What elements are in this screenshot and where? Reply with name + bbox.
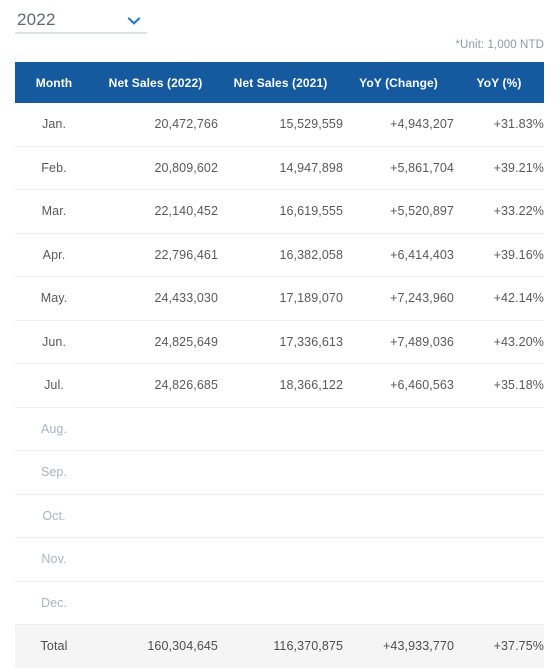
cell-month: Jan. <box>15 103 93 146</box>
cell-month: Oct. <box>15 494 93 538</box>
table-header: Month Net Sales (2022) Net Sales (2021) … <box>15 62 544 103</box>
cell-net-sales-2021 <box>218 451 343 495</box>
cell-net-sales-2021: 16,619,555 <box>218 190 343 234</box>
cell-yoy-change: +7,243,960 <box>343 277 454 321</box>
cell-net-sales-2022: 20,472,766 <box>93 103 218 146</box>
cell-net-sales-2022: 24,826,685 <box>93 364 218 408</box>
cell-net-sales-2021 <box>218 538 343 582</box>
table-row: Jan. 20,472,766 15,529,559 +4,943,207 +3… <box>15 103 544 146</box>
net-sales-table: Month Net Sales (2022) Net Sales (2021) … <box>15 62 544 668</box>
cell-yoy-percent: +31.83% <box>454 103 544 146</box>
cell-month: Feb. <box>15 146 93 190</box>
cell-total-yoy-change: +43,933,770 <box>343 625 454 668</box>
unit-note: *Unit: 1,000 NTD <box>455 39 544 51</box>
cell-yoy-change: +6,414,403 <box>343 233 454 277</box>
table-body: Jan. 20,472,766 15,529,559 +4,943,207 +3… <box>15 103 544 668</box>
cell-yoy-change <box>343 451 454 495</box>
cell-yoy-change: +7,489,036 <box>343 320 454 364</box>
net-sales-table-container: Month Net Sales (2022) Net Sales (2021) … <box>15 62 544 668</box>
chevron-down-icon[interactable] <box>127 14 141 28</box>
cell-total-yoy-percent: +37.75% <box>454 625 544 668</box>
cell-yoy-change <box>343 538 454 582</box>
cell-net-sales-2022: 22,796,461 <box>93 233 218 277</box>
cell-month: Aug. <box>15 407 93 451</box>
cell-net-sales-2021: 17,189,070 <box>218 277 343 321</box>
cell-net-sales-2022: 24,433,030 <box>93 277 218 321</box>
cell-month: Mar. <box>15 190 93 234</box>
cell-net-sales-2022 <box>93 581 218 625</box>
cell-net-sales-2021 <box>218 494 343 538</box>
table-row: Aug. <box>15 407 544 451</box>
cell-total-net-sales-2021: 116,370,875 <box>218 625 343 668</box>
cell-yoy-percent: +35.18% <box>454 364 544 408</box>
cell-net-sales-2021: 15,529,559 <box>218 103 343 146</box>
cell-month: Jun. <box>15 320 93 364</box>
cell-net-sales-2021: 17,336,613 <box>218 320 343 364</box>
cell-net-sales-2021: 14,947,898 <box>218 146 343 190</box>
table-row: Jul. 24,826,685 18,366,122 +6,460,563 +3… <box>15 364 544 408</box>
cell-total-net-sales-2022: 160,304,645 <box>93 625 218 668</box>
cell-net-sales-2022: 24,825,649 <box>93 320 218 364</box>
cell-net-sales-2021 <box>218 407 343 451</box>
cell-month: Sep. <box>15 451 93 495</box>
cell-yoy-change: +4,943,207 <box>343 103 454 146</box>
cell-month: Dec. <box>15 581 93 625</box>
table-row: Jun. 24,825,649 17,336,613 +7,489,036 +4… <box>15 320 544 364</box>
column-header-net-sales-2022: Net Sales (2022) <box>93 62 218 103</box>
column-header-net-sales-2021: Net Sales (2021) <box>218 62 343 103</box>
table-row: Apr. 22,796,461 16,382,058 +6,414,403 +3… <box>15 233 544 277</box>
cell-yoy-percent <box>454 451 544 495</box>
cell-yoy-percent: +39.21% <box>454 146 544 190</box>
cell-net-sales-2021: 18,366,122 <box>218 364 343 408</box>
cell-net-sales-2021: 16,382,058 <box>218 233 343 277</box>
column-header-yoy-percent: YoY (%) <box>454 62 544 103</box>
cell-yoy-change <box>343 494 454 538</box>
cell-month: Jul. <box>15 364 93 408</box>
monthly-net-sales-page: 2022 *Unit: 1,000 NTD Month Net Sales (2… <box>0 0 559 665</box>
column-header-yoy-change: YoY (Change) <box>343 62 454 103</box>
table-row: Sep. <box>15 451 544 495</box>
table-header-row: Month Net Sales (2022) Net Sales (2021) … <box>15 62 544 103</box>
column-header-month: Month <box>15 62 93 103</box>
table-row: Oct. <box>15 494 544 538</box>
table-row: Dec. <box>15 581 544 625</box>
table-row: Feb. 20,809,602 14,947,898 +5,861,704 +3… <box>15 146 544 190</box>
table-row: May. 24,433,030 17,189,070 +7,243,960 +4… <box>15 277 544 321</box>
cell-net-sales-2021 <box>218 581 343 625</box>
cell-net-sales-2022 <box>93 538 218 582</box>
year-select[interactable]: 2022 <box>15 8 147 34</box>
cell-net-sales-2022 <box>93 494 218 538</box>
cell-yoy-percent <box>454 407 544 451</box>
cell-yoy-change: +5,520,897 <box>343 190 454 234</box>
cell-yoy-change <box>343 581 454 625</box>
table-row: Nov. <box>15 538 544 582</box>
cell-net-sales-2022: 20,809,602 <box>93 146 218 190</box>
table-row: Mar. 22,140,452 16,619,555 +5,520,897 +3… <box>15 190 544 234</box>
cell-yoy-percent <box>454 538 544 582</box>
cell-yoy-percent: +42.14% <box>454 277 544 321</box>
cell-yoy-percent <box>454 581 544 625</box>
cell-total-label: Total <box>15 625 93 668</box>
cell-net-sales-2022: 22,140,452 <box>93 190 218 234</box>
cell-net-sales-2022 <box>93 407 218 451</box>
cell-month: Apr. <box>15 233 93 277</box>
year-select-value: 2022 <box>17 9 56 31</box>
cell-yoy-change: +6,460,563 <box>343 364 454 408</box>
cell-yoy-percent <box>454 494 544 538</box>
cell-yoy-percent: +33.22% <box>454 190 544 234</box>
cell-month: Nov. <box>15 538 93 582</box>
cell-yoy-change <box>343 407 454 451</box>
table-total-row: Total 160,304,645 116,370,875 +43,933,77… <box>15 625 544 668</box>
cell-month: May. <box>15 277 93 321</box>
cell-yoy-percent: +39.16% <box>454 233 544 277</box>
cell-yoy-percent: +43.20% <box>454 320 544 364</box>
cell-net-sales-2022 <box>93 451 218 495</box>
cell-yoy-change: +5,861,704 <box>343 146 454 190</box>
